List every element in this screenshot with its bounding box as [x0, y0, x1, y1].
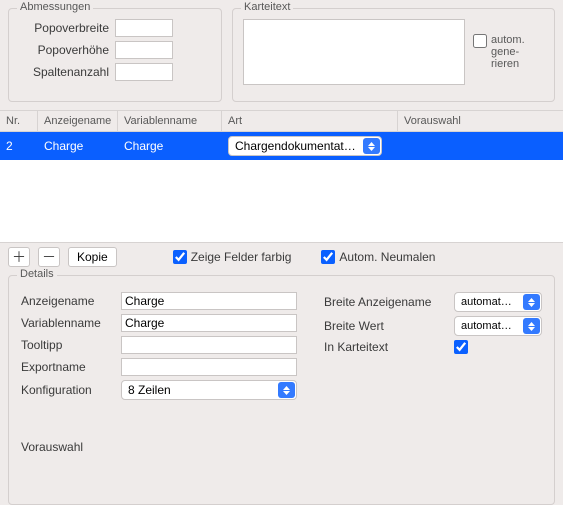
- anzeigename-input[interactable]: [121, 292, 297, 310]
- tooltipp-label: Tooltipp: [21, 338, 121, 352]
- spaltenanzahl-label: Spaltenanzahl: [19, 65, 115, 79]
- abmessungen-legend: Abmessungen: [17, 1, 93, 13]
- details-group: Details Anzeigename Variablenname Toolti…: [8, 275, 555, 505]
- th-nr[interactable]: Nr.: [0, 111, 38, 131]
- zeige-felder-farbig-checkbox[interactable]: [173, 250, 187, 264]
- breite-wert-label: Breite Wert: [324, 319, 448, 333]
- in-karteitext-label: In Karteitext: [324, 340, 448, 354]
- cell-variablenname: Charge: [118, 139, 222, 153]
- exportname-input[interactable]: [121, 358, 297, 376]
- table-row[interactable]: 2 Charge Charge Chargendokumentat…: [0, 132, 563, 160]
- breite-anzeigename-select[interactable]: automat…: [454, 292, 542, 312]
- spaltenanzahl-input[interactable]: [115, 63, 173, 81]
- th-variablenname[interactable]: Variablenname: [118, 111, 222, 131]
- th-vorauswahl[interactable]: Vorauswahl: [398, 111, 563, 131]
- autom-generieren-checkbox[interactable]: [473, 34, 487, 48]
- table-header: Nr. Anzeigename Variablenname Art Voraus…: [0, 111, 563, 132]
- chevron-updown-icon: [523, 318, 540, 334]
- copy-button[interactable]: Kopie: [68, 247, 117, 267]
- autom-neumalen-checkbox[interactable]: [321, 250, 335, 264]
- anzeigename-label: Anzeigename: [21, 294, 121, 308]
- cell-anzeigename: Charge: [38, 139, 118, 153]
- vorauswahl-label: Vorauswahl: [21, 440, 300, 454]
- exportname-label: Exportname: [21, 360, 121, 374]
- breite-wert-select[interactable]: automat…: [454, 316, 542, 336]
- breite-anzeigename-label: Breite Anzeigename: [324, 295, 448, 309]
- karteitext-legend: Karteitext: [241, 1, 293, 13]
- karteitext-group: Karteitext autom. gene-rieren: [232, 8, 555, 102]
- in-karteitext-checkbox[interactable]: [454, 340, 468, 354]
- th-art[interactable]: Art: [222, 111, 398, 131]
- chevron-updown-icon: [523, 294, 540, 310]
- variablenname-label: Variablenname: [21, 316, 121, 330]
- abmessungen-group: Abmessungen Popoverbreite Popoverhöhe Sp…: [8, 8, 222, 102]
- variablenname-input[interactable]: [121, 314, 297, 332]
- zeige-felder-farbig-label: Zeige Felder farbig: [191, 250, 292, 264]
- details-legend: Details: [17, 268, 57, 280]
- add-button[interactable]: ＋: [8, 247, 30, 267]
- tooltipp-input[interactable]: [121, 336, 297, 354]
- autom-generieren-label: autom. gene-rieren: [491, 34, 537, 70]
- breite-anzeigename-value: automat…: [461, 296, 512, 308]
- chevron-updown-icon: [278, 382, 295, 398]
- th-anzeigename[interactable]: Anzeigename: [38, 111, 118, 131]
- karteitext-textarea[interactable]: [243, 19, 465, 85]
- chevron-updown-icon: [363, 138, 380, 154]
- konfiguration-value: 8 Zeilen: [128, 383, 171, 397]
- cell-nr: 2: [0, 139, 38, 153]
- autom-neumalen-label: Autom. Neumalen: [339, 250, 435, 264]
- cell-art: Chargendokumentat…: [222, 136, 398, 156]
- remove-button[interactable]: －: [38, 247, 60, 267]
- fields-table: Nr. Anzeigename Variablenname Art Voraus…: [0, 110, 563, 243]
- konfiguration-label: Konfiguration: [21, 383, 121, 397]
- breite-wert-value: automat…: [461, 320, 512, 332]
- popoverbreite-label: Popoverbreite: [19, 21, 115, 35]
- konfiguration-select[interactable]: 8 Zeilen: [121, 380, 297, 400]
- art-select-value: Chargendokumentat…: [235, 139, 356, 153]
- popoverhoehe-input[interactable]: [115, 41, 173, 59]
- popoverbreite-input[interactable]: [115, 19, 173, 37]
- art-select[interactable]: Chargendokumentat…: [228, 136, 382, 156]
- popoverhoehe-label: Popoverhöhe: [19, 43, 115, 57]
